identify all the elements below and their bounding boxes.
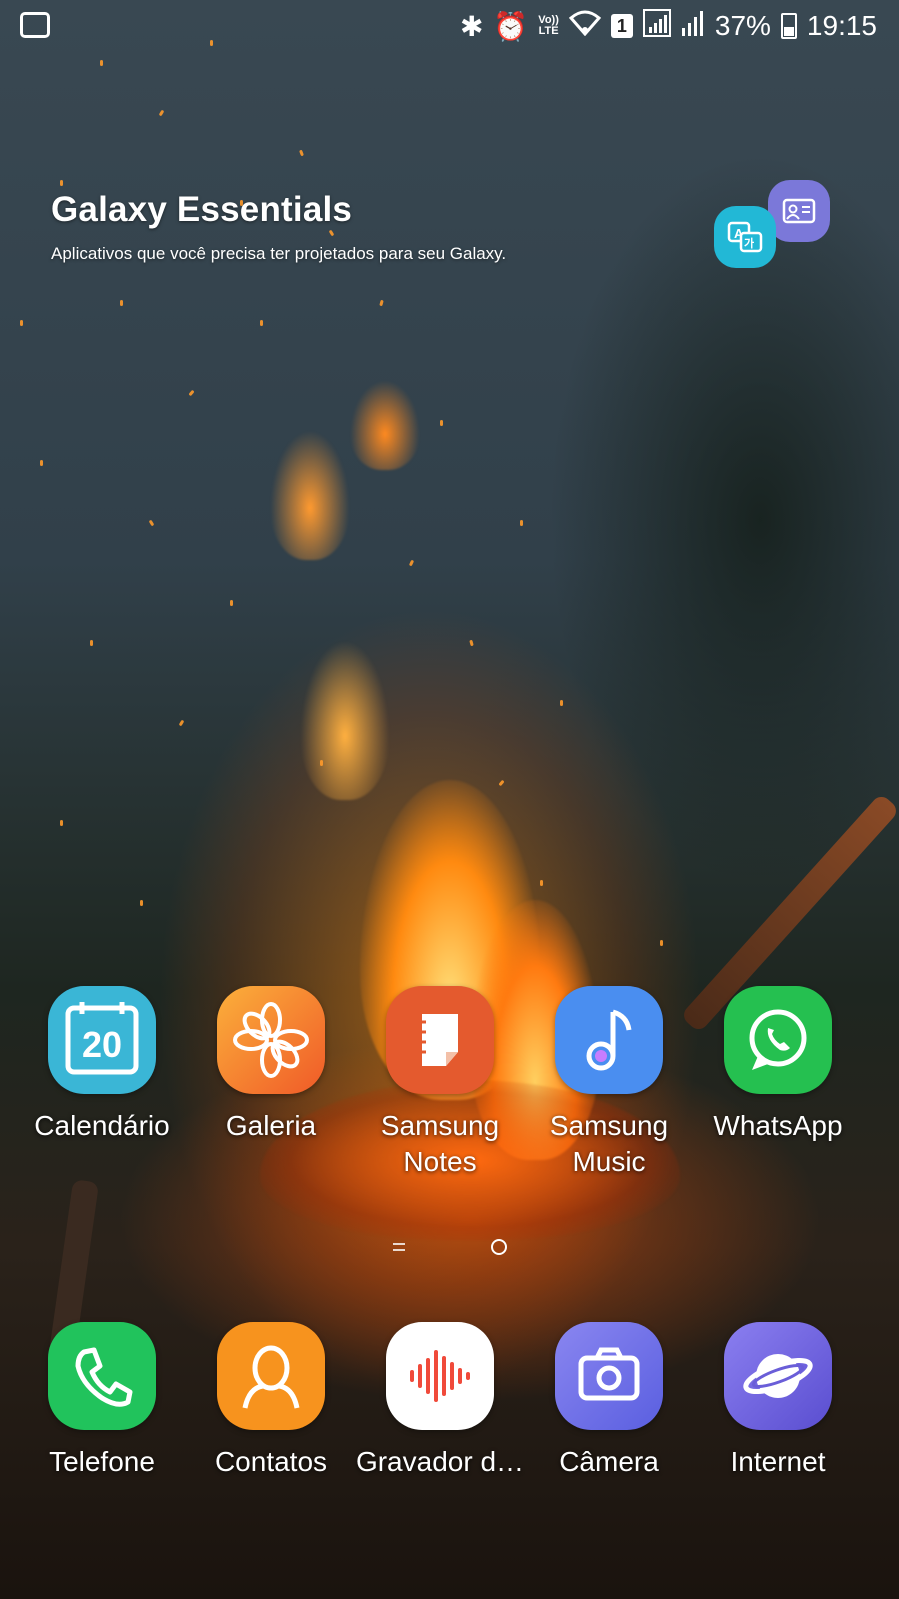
calendar-icon: 20 (48, 986, 156, 1094)
app-label-samsung-music: Samsung Music (549, 1110, 669, 1177)
profile-card-icon (768, 180, 830, 242)
dock-label-contacts: Contatos (214, 1446, 328, 1477)
dock-camera[interactable]: Câmera (524, 1322, 694, 1480)
app-label-samsung-notes: Samsung Notes (380, 1110, 500, 1177)
dock-label-voice-recorder: Gravador d… (355, 1446, 525, 1477)
svg-text:가: 가 (744, 236, 754, 250)
app-samsung-music[interactable]: Samsung Music (524, 986, 694, 1180)
app-label-calendar: Calendário (34, 1110, 170, 1141)
camera-icon (555, 1322, 663, 1430)
internet-planet-icon (724, 1322, 832, 1430)
dock-label-camera: Câmera (559, 1446, 659, 1477)
battery-icon (780, 13, 797, 39)
galaxy-essentials-widget[interactable]: Galaxy Essentials Aplicativos que você p… (51, 190, 506, 264)
bluetooth-icon: ✱ (459, 10, 484, 42)
app-samsung-notes[interactable]: Samsung Notes (355, 986, 525, 1180)
app-label-gallery: Galeria (225, 1110, 317, 1141)
signal-sim2-icon (681, 10, 705, 43)
gallery-flower-icon (217, 986, 325, 1094)
volte-icon: Vo)) LTE (538, 14, 559, 37)
home-page-dot-icon[interactable] (490, 1238, 507, 1255)
dock-label-phone: Telefone (49, 1446, 155, 1477)
music-note-icon (555, 986, 663, 1094)
app-gallery[interactable]: Galeria (186, 986, 356, 1144)
wifi-icon (568, 10, 602, 43)
app-label-whatsapp: WhatsApp (713, 1110, 843, 1141)
alarm-clock-icon: ⏰ (493, 10, 529, 42)
app-whatsapp[interactable]: WhatsApp (693, 986, 863, 1144)
battery-percent: 37% (714, 10, 771, 41)
widget-subtitle: Aplicativos que você precisa ter projeta… (51, 244, 507, 263)
whatsapp-icon (724, 986, 832, 1094)
dock-voice-recorder[interactable]: Gravador d… (355, 1322, 525, 1480)
sim-slot-badge: 1 (610, 14, 633, 38)
dock-contacts[interactable]: Contatos (186, 1322, 356, 1480)
dock-internet[interactable]: Internet (693, 1322, 863, 1480)
galaxy-essentials-icons[interactable]: A가 (712, 178, 842, 278)
home-page-lines-icon[interactable] (392, 1242, 405, 1251)
widget-title: Galaxy Essentials (51, 190, 353, 229)
voice-recorder-icon (386, 1322, 494, 1430)
status-bar: ✱ ⏰ Vo)) LTE 1 37% 19:15 (0, 0, 899, 52)
dock-phone[interactable]: Telefone (17, 1322, 187, 1480)
notes-icon (386, 986, 494, 1094)
clock-time: 19:15 (806, 10, 877, 41)
activity-monitor-icon (20, 12, 50, 38)
page-indicator (0, 1238, 899, 1256)
signal-sim1-icon (642, 8, 671, 44)
app-calendar[interactable]: 20 Calendário (17, 986, 187, 1144)
calendar-date: 20 (81, 1024, 123, 1065)
contacts-icon (217, 1322, 325, 1430)
dock-label-internet: Internet (730, 1446, 826, 1477)
translate-icon: A가 (714, 206, 776, 268)
phone-icon (48, 1322, 156, 1430)
